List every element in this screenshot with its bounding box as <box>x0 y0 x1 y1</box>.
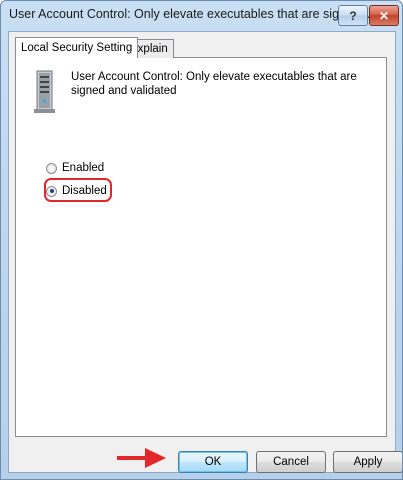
help-icon: ? <box>349 8 357 23</box>
close-button[interactable]: ✕ <box>369 5 399 26</box>
title-bar[interactable]: User Account Control: Only elevate execu… <box>1 1 402 31</box>
server-policy-icon <box>34 70 55 113</box>
tab-label: Local Security Setting <box>21 42 133 54</box>
policy-description: User Account Control: Only elevate execu… <box>71 71 357 97</box>
tab-panel: User Account Control: Only elevate execu… <box>15 57 387 437</box>
pointer-arrow-icon <box>117 448 166 468</box>
enabled-label: Enabled <box>62 162 105 174</box>
apply-button[interactable]: Apply <box>333 451 402 473</box>
tab-local-security-setting[interactable]: Local Security Setting <box>15 37 139 58</box>
ok-button[interactable]: OK <box>178 451 248 473</box>
close-icon: ✕ <box>378 8 390 23</box>
cancel-button[interactable]: Cancel <box>256 451 326 473</box>
enabled-option[interactable]: Enabled <box>46 162 104 174</box>
help-button[interactable]: ? <box>338 5 368 26</box>
policy-properties-dialog: User Account Control: Only elevate execu… <box>0 0 403 480</box>
disabled-highlight-annotation <box>44 178 112 202</box>
enabled-radio[interactable] <box>46 162 57 174</box>
window-title: User Account Control: Only elevate execu… <box>9 7 374 21</box>
dialog-client-area: Local Security Setting Explain User Acco… <box>8 31 402 473</box>
